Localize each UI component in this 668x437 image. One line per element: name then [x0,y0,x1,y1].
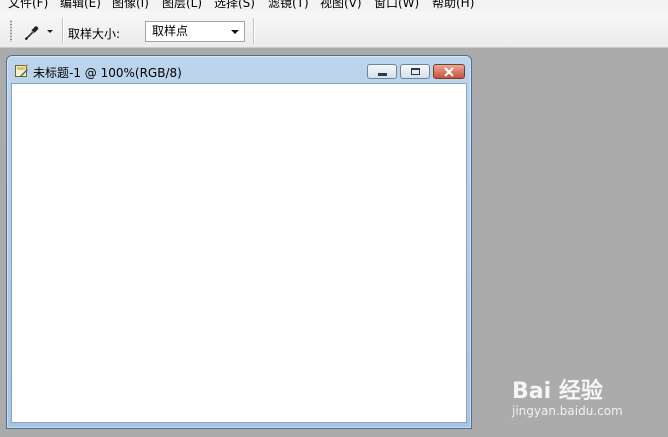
menu-select[interactable]: 选择(S) [214,0,255,11]
tool-preset-picker[interactable] [18,20,58,42]
document-window[interactable]: 未标题-1 @ 100%(RGB/8) [6,55,472,429]
document-icon [15,64,28,77]
menu-file[interactable]: 文件(F) [8,0,48,11]
toolbar-grip[interactable] [10,20,12,42]
document-canvas[interactable] [11,83,467,423]
menu-window[interactable]: 窗口(W) [374,0,419,11]
menu-filter[interactable]: 滤镜(T) [268,0,309,11]
document-title-bar[interactable]: 未标题-1 @ 100%(RGB/8) [7,56,471,83]
close-icon [444,67,454,77]
menu-view[interactable]: 视图(V) [320,0,362,11]
document-title: 未标题-1 @ 100%(RGB/8) [33,66,182,80]
menu-help[interactable]: 帮助(H) [432,0,474,11]
restore-icon [411,68,420,75]
chevron-down-icon[interactable] [231,30,239,34]
sample-size-value: 取样点 [152,24,189,38]
menu-image[interactable]: 图像(I) [112,0,149,11]
restore-button[interactable] [400,64,430,79]
toolbar-separator [62,18,64,44]
toolbar-separator [253,18,255,44]
close-button[interactable] [433,64,465,79]
menu-layer[interactable]: 图层(L) [162,0,202,11]
minimize-button[interactable] [367,64,397,79]
chevron-down-icon[interactable] [47,30,53,33]
watermark-brand: Bai 经验 [512,379,603,404]
watermark-url: jingyan.baidu.com [512,404,623,418]
menu-bar: 文件(F) 编辑(E) 图像(I) 图层(L) 选择(S) 滤镜(T) 视图(V… [0,0,668,12]
eyedropper-icon [24,26,39,41]
options-bar: 取样大小: 取样点 [0,12,668,48]
sample-size-select[interactable]: 取样点 [145,21,245,42]
sample-size-label: 取样大小: [68,27,121,41]
baidu-jingyan-watermark: Bai 经验 jingyan.baidu.com [512,370,662,425]
minimize-icon [378,73,387,76]
menu-edit[interactable]: 编辑(E) [60,0,101,11]
